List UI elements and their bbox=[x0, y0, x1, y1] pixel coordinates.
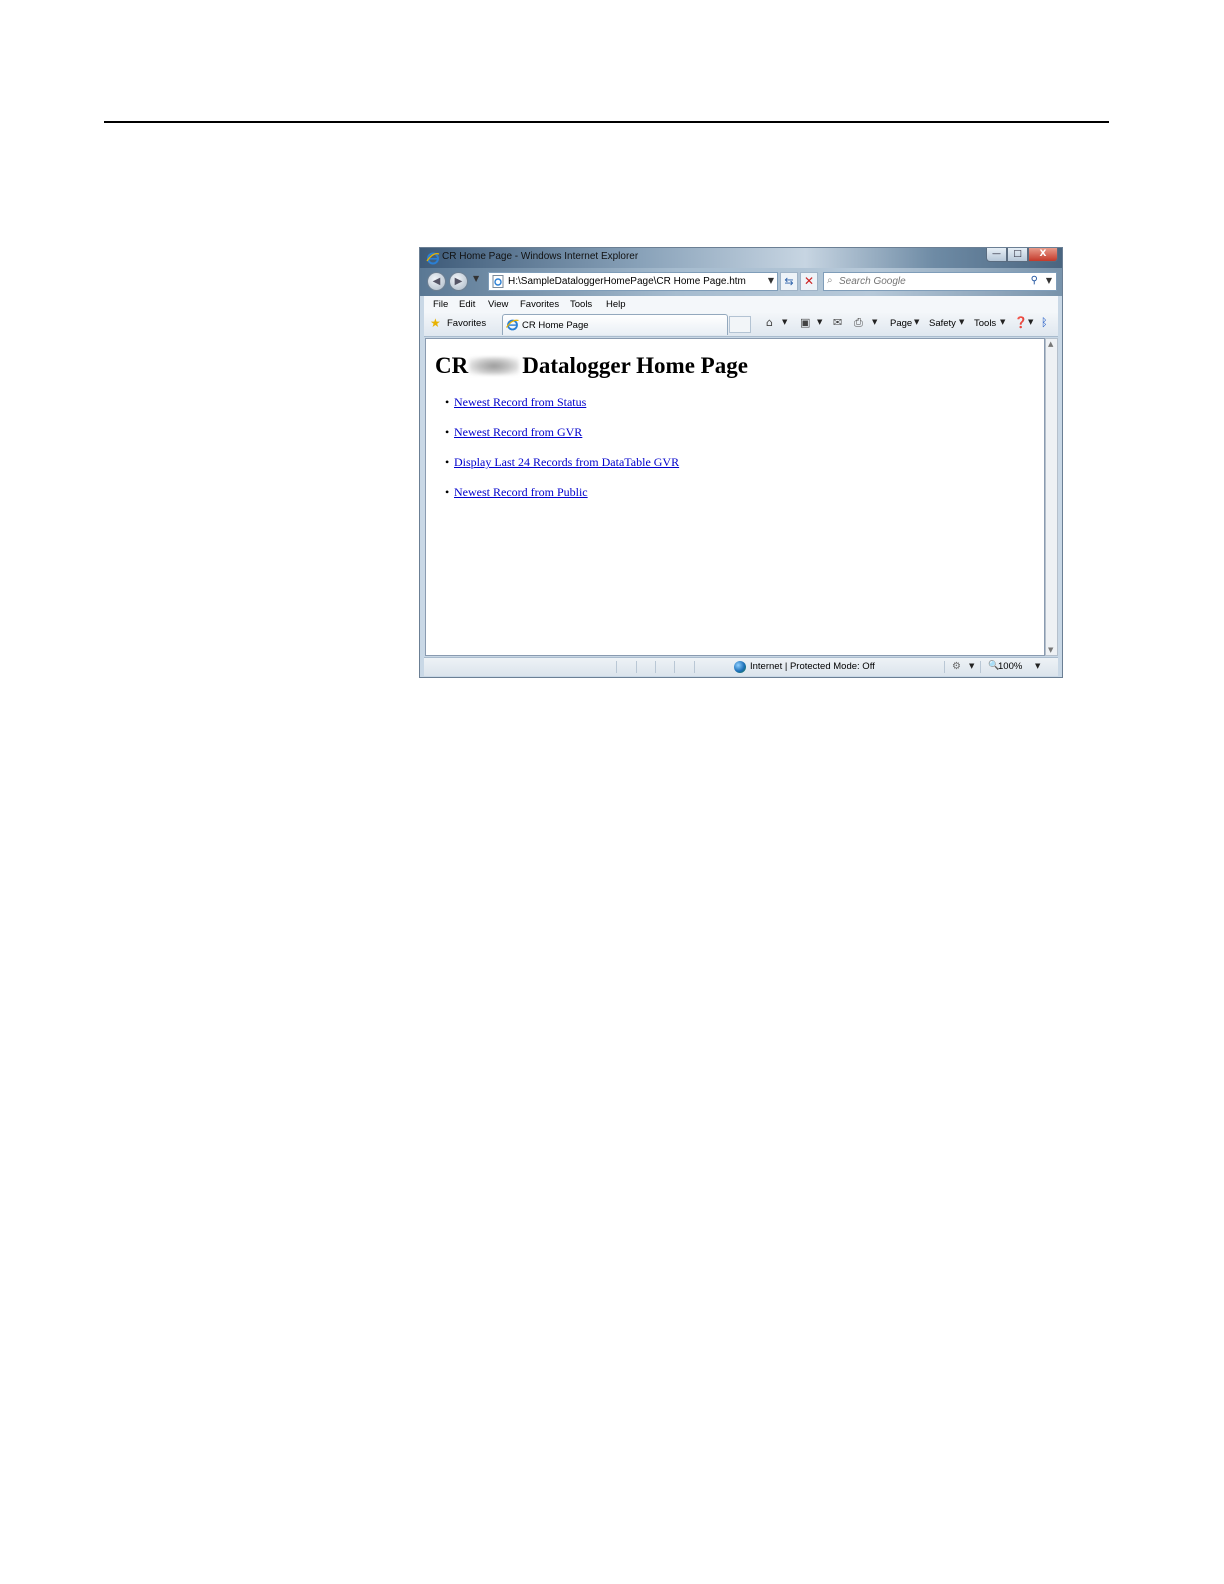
menu-favorites[interactable]: Favorites bbox=[520, 299, 559, 310]
browser-window: CR Home Page - Windows Internet Explorer… bbox=[419, 247, 1063, 678]
status-divider bbox=[980, 661, 981, 673]
menu-tools[interactable]: Tools bbox=[570, 299, 592, 310]
heading-prefix: CR bbox=[435, 353, 469, 378]
print-icon[interactable]: ⎙ bbox=[854, 316, 863, 330]
navigation-bar: ◀ ▶ ▼ H:\SampleDataloggerHomePage\CR Hom… bbox=[420, 268, 1062, 296]
search-box: ⌕ ⚲ ▼ bbox=[823, 272, 1057, 291]
address-bar[interactable]: H:\SampleDataloggerHomePage\CR Home Page… bbox=[488, 272, 778, 291]
globe-icon bbox=[734, 661, 746, 673]
list-item: Newest Record from Public bbox=[445, 485, 679, 515]
page-header-rule bbox=[104, 121, 1109, 123]
window-title: CR Home Page - Windows Internet Explorer bbox=[442, 251, 639, 262]
page-ie-icon bbox=[492, 275, 504, 288]
list-item: Newest Record from Status bbox=[445, 395, 679, 425]
back-button[interactable]: ◀ bbox=[427, 272, 446, 291]
feeds-icon[interactable]: ▣ bbox=[800, 316, 810, 329]
help-dropdown-icon[interactable]: ▼ bbox=[1028, 318, 1033, 326]
tools-dropdown-icon[interactable]: ▼ bbox=[1000, 318, 1005, 326]
maximize-button[interactable]: □ bbox=[1007, 248, 1028, 262]
forward-arrow-icon: ▶ bbox=[454, 276, 463, 287]
menu-file[interactable]: File bbox=[433, 299, 448, 310]
protected-mode-dropdown-icon[interactable]: ▼ bbox=[969, 662, 974, 670]
status-divider bbox=[636, 661, 637, 673]
home-dropdown-icon[interactable]: ▼ bbox=[782, 318, 787, 326]
status-divider bbox=[655, 661, 656, 673]
status-divider bbox=[694, 661, 695, 673]
protected-mode-icon[interactable]: ⚙ bbox=[952, 661, 961, 672]
tab-home-page[interactable]: CR Home Page bbox=[502, 314, 728, 335]
list-item: Display Last 24 Records from DataTable G… bbox=[445, 455, 679, 485]
address-dropdown-icon[interactable]: ▼ bbox=[768, 276, 774, 285]
tab-ie-icon bbox=[506, 319, 519, 331]
status-divider bbox=[944, 661, 945, 673]
command-bar: ★ Favorites CR Home Page ⌂ ▼ ▣ ▼ ✉ ⎙ ▼ P… bbox=[424, 313, 1058, 337]
read-mail-icon[interactable]: ✉ bbox=[833, 316, 842, 329]
stop-icon: ✕ bbox=[803, 274, 815, 288]
scroll-down-icon[interactable]: ▼ bbox=[1048, 646, 1053, 654]
link-last-24-records-gvr[interactable]: Display Last 24 Records from DataTable G… bbox=[454, 455, 679, 469]
page-heading: CR Datalogger Home Page bbox=[435, 353, 748, 379]
page-menu-button[interactable]: Page bbox=[890, 318, 912, 329]
title-bar[interactable]: CR Home Page - Windows Internet Explorer… bbox=[420, 248, 1062, 268]
recent-pages-dropdown-icon[interactable]: ▼ bbox=[473, 274, 479, 283]
page-dropdown-icon[interactable]: ▼ bbox=[914, 318, 919, 326]
search-provider-icon: ⌕ bbox=[827, 275, 833, 286]
page-content: CR Datalogger Home Page Newest Record fro… bbox=[425, 338, 1045, 656]
link-list: Newest Record from Status Newest Record … bbox=[445, 395, 679, 515]
safety-menu-button[interactable]: Safety bbox=[929, 318, 956, 329]
heading-suffix: Datalogger Home Page bbox=[522, 353, 748, 378]
safety-dropdown-icon[interactable]: ▼ bbox=[959, 318, 964, 326]
menu-help[interactable]: Help bbox=[606, 299, 626, 310]
search-icon[interactable]: ⚲ bbox=[1031, 275, 1038, 286]
refresh-icon: ⇆ bbox=[784, 275, 794, 288]
refresh-button[interactable]: ⇆ bbox=[780, 272, 798, 291]
status-divider bbox=[674, 661, 675, 673]
redacted-model-number bbox=[469, 357, 520, 375]
search-options-dropdown-icon[interactable]: ▼ bbox=[1046, 276, 1052, 285]
status-bar: Internet | Protected Mode: Off ⚙ ▼ 🔍 100… bbox=[424, 657, 1058, 676]
close-button[interactable]: X bbox=[1028, 248, 1058, 262]
menu-bar: File Edit View Favorites Tools Help bbox=[424, 296, 1058, 314]
vertical-scrollbar[interactable]: ▲ ▼ bbox=[1045, 338, 1058, 656]
home-icon[interactable]: ⌂ bbox=[766, 316, 773, 329]
link-newest-record-status[interactable]: Newest Record from Status bbox=[454, 395, 586, 409]
help-icon[interactable]: ❓ bbox=[1014, 316, 1028, 329]
ie-logo-icon bbox=[426, 252, 440, 265]
minimize-button[interactable]: — bbox=[986, 248, 1007, 262]
list-item: Newest Record from GVR bbox=[445, 425, 679, 455]
favorites-star-icon: ★ bbox=[430, 316, 441, 330]
link-newest-record-public[interactable]: Newest Record from Public bbox=[454, 485, 588, 499]
scroll-up-icon[interactable]: ▲ bbox=[1048, 340, 1053, 348]
address-text: H:\SampleDataloggerHomePage\CR Home Page… bbox=[508, 276, 746, 287]
status-divider bbox=[616, 661, 617, 673]
link-newest-record-gvr[interactable]: Newest Record from GVR bbox=[454, 425, 582, 439]
forward-button[interactable]: ▶ bbox=[449, 272, 468, 291]
zoom-dropdown-icon[interactable]: ▼ bbox=[1035, 662, 1040, 670]
search-input[interactable] bbox=[839, 274, 1019, 289]
favorites-label: Favorites bbox=[447, 318, 487, 329]
new-tab-button[interactable] bbox=[729, 316, 751, 333]
tools-menu-button[interactable]: Tools bbox=[974, 318, 996, 329]
tab-title: CR Home Page bbox=[522, 320, 589, 331]
bluetooth-icon[interactable]: ᛒ bbox=[1041, 316, 1048, 329]
security-zone-text: Internet | Protected Mode: Off bbox=[750, 661, 875, 672]
feeds-dropdown-icon[interactable]: ▼ bbox=[817, 318, 822, 326]
menu-edit[interactable]: Edit bbox=[459, 299, 475, 310]
back-arrow-icon: ◀ bbox=[432, 276, 441, 287]
menu-view[interactable]: View bbox=[488, 299, 508, 310]
stop-button[interactable]: ✕ bbox=[800, 272, 818, 291]
zoom-level[interactable]: 100% bbox=[998, 661, 1022, 672]
print-dropdown-icon[interactable]: ▼ bbox=[872, 318, 877, 326]
